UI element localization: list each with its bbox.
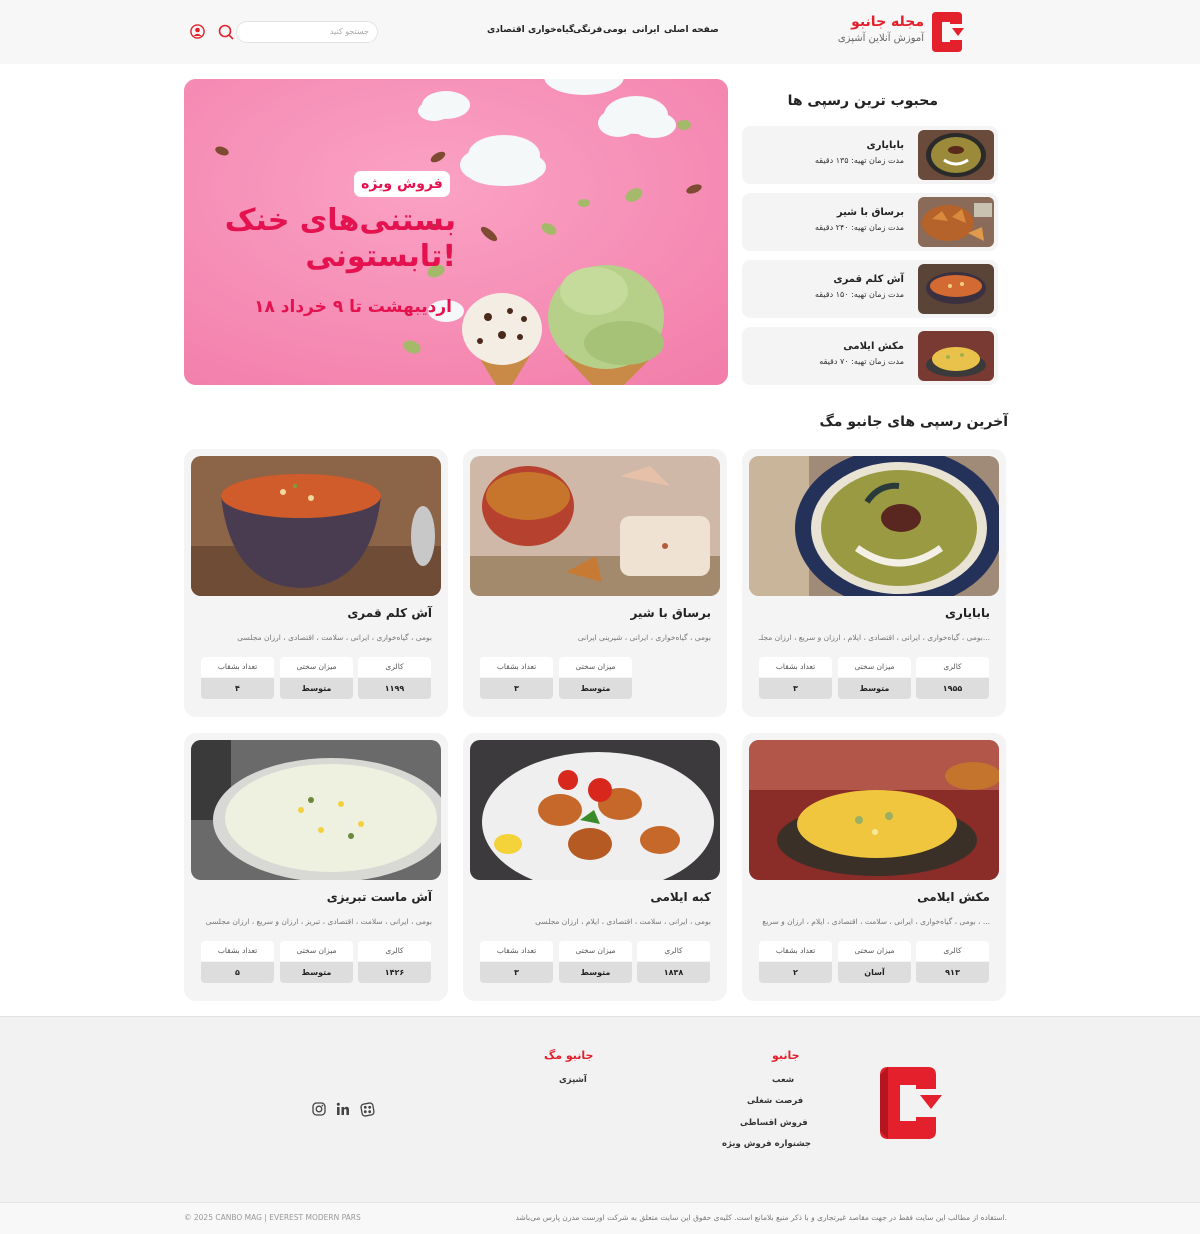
nav-local[interactable]: بومی xyxy=(603,25,627,35)
popular-item-name: مکش ایلامی xyxy=(843,341,904,352)
recipe-tags: بومی ، ایرانی ، سلامت ، اقتصادی ، ایلام … xyxy=(535,917,711,926)
nav-foreign[interactable]: فرنگی xyxy=(573,25,602,35)
footer-logo-icon[interactable] xyxy=(876,1067,942,1139)
difficulty-stat: میزان سختی متوسط xyxy=(559,657,632,701)
recipe-image xyxy=(191,740,441,880)
legal-text: استفاده از مطالب این سایت فقط در جهت مقا… xyxy=(515,1213,1007,1222)
brand-subtitle: آموزش آنلاین آشپزی xyxy=(837,33,924,44)
popular-item-time: مدت زمان تهیه: ۷۰ دقیقه xyxy=(819,357,904,366)
recipe-card[interactable]: برساق با شیر بومی ، گیاه‌خواری ، ایرانی … xyxy=(463,449,727,717)
footer-link[interactable]: شعب xyxy=(772,1075,794,1085)
popular-item-time: مدت زمان تهیه: ۲۴۰ دقیقه xyxy=(815,223,904,232)
popular-item-time: مدت زمان تهیه: ۱۳۵ دقیقه xyxy=(815,156,904,165)
latest-section-title: آخرین رسپی های جانبو مگ xyxy=(819,414,1008,430)
recipe-tags: بومی ، گیاه‌خواری ، ایرانی ، اقتصادی ، ا… xyxy=(758,633,990,642)
aparat-icon[interactable] xyxy=(360,1102,375,1117)
footer-col1-title: جانبو xyxy=(772,1049,800,1062)
popular-thumb xyxy=(918,264,994,314)
search-placeholder: جستجو کنید xyxy=(329,27,369,36)
servings-stat: تعداد بشقاب ۳ xyxy=(759,657,832,701)
difficulty-stat: میزان سختی متوسط xyxy=(280,941,353,985)
site-header: مجله جانبو آموزش آنلاین آشپزی صفحه اصلی … xyxy=(0,0,1200,64)
nav-home[interactable]: صفحه اصلی xyxy=(664,25,719,35)
banner-headline-1: بستنی‌های خنک xyxy=(224,203,456,238)
recipe-card[interactable]: کبه ایلامی بومی ، ایرانی ، سلامت ، اقتصا… xyxy=(463,733,727,1001)
brand-title[interactable]: مجله جانبو xyxy=(820,14,924,30)
nav-economic[interactable]: اقتصادی xyxy=(487,25,525,35)
recipe-title: آش ماست تبریزی xyxy=(326,890,432,904)
user-icon[interactable] xyxy=(190,24,205,39)
servings-stat: تعداد بشقاب ۴ xyxy=(201,657,274,701)
popular-item[interactable]: بابایاری مدت زمان تهیه: ۱۳۵ دقیقه xyxy=(742,126,998,184)
recipe-title: بابایاری xyxy=(945,606,990,620)
recipe-card[interactable]: بابایاری بومی ، گیاه‌خواری ، ایرانی ، اق… xyxy=(742,449,1006,717)
recipe-title: مکش ایلامی xyxy=(917,890,990,904)
calorie-stat: کالری ۱۴۲۶ xyxy=(358,941,431,985)
footer-link[interactable]: جشنواره فروش ویژه xyxy=(722,1139,811,1149)
difficulty-stat: میزان سختی متوسط xyxy=(559,941,632,985)
promo-banner[interactable]: فروش ویژه بستنی‌های خنک تابستونی! ۱۸ ارد… xyxy=(184,79,728,385)
recipe-card[interactable]: مکش ایلامی بومی ، گیاه‌خواری ، ایرانی ، … xyxy=(742,733,1006,1001)
calorie-stat: کالری ۱۹۵۵ xyxy=(916,657,989,701)
popular-thumb xyxy=(918,331,994,381)
calorie-stat: کالری ۱۱۹۹ xyxy=(358,657,431,701)
recipe-image xyxy=(470,456,720,596)
recipe-tags: بومی ، گیاه‌خواری ، ایرانی ، شیرینی ایرا… xyxy=(577,633,711,642)
recipe-title: آش کلم قمری xyxy=(347,606,432,620)
instagram-icon[interactable] xyxy=(312,1102,326,1116)
popular-item-name: آش کلم قمری xyxy=(833,274,904,285)
popular-thumb xyxy=(918,197,994,247)
nav-vegetarian[interactable]: گیاه‌خواری xyxy=(528,25,574,35)
footer-col2-title: جانبو مگ xyxy=(544,1049,594,1062)
popular-section-title: محبوب ترین رسپی ها xyxy=(787,93,938,109)
popular-item[interactable]: آش کلم قمری مدت زمان تهیه: ۱۵۰ دقیقه xyxy=(742,260,998,318)
recipe-card[interactable]: آش کلم قمری بومی ، گیاه‌خواری ، ایرانی ،… xyxy=(184,449,448,717)
popular-item-time: مدت زمان تهیه: ۱۵۰ دقیقه xyxy=(815,290,904,299)
logo-icon[interactable] xyxy=(928,12,964,52)
difficulty-stat: میزان سختی آسان xyxy=(838,941,911,985)
recipe-title: کبه ایلامی xyxy=(650,890,711,904)
difficulty-stat: میزان سختی متوسط xyxy=(838,657,911,701)
servings-stat: تعداد بشقاب ۳ xyxy=(480,657,553,701)
difficulty-stat: میزان سختی متوسط xyxy=(280,657,353,701)
servings-stat: تعداد بشقاب ۵ xyxy=(201,941,274,985)
footer-link[interactable]: فرصت شغلی xyxy=(747,1096,803,1106)
banner-badge: فروش ویژه xyxy=(354,171,450,197)
banner-dates: ۱۸ اردیبهشت تا ۹ خرداد xyxy=(254,297,452,317)
nav-iranian[interactable]: ایرانی xyxy=(632,25,660,35)
popular-thumb xyxy=(918,130,994,180)
popular-item-name: برساق با شیر xyxy=(836,207,904,218)
recipe-image xyxy=(470,740,720,880)
recipe-image xyxy=(191,456,441,596)
recipe-title: برساق با شیر xyxy=(630,606,711,620)
copyright-text: © 2025 CANBO MAG | EVEREST MODERN PARS xyxy=(184,1213,361,1222)
calorie-stat: کالری ۹۱۳ xyxy=(916,941,989,985)
footer-link[interactable]: آشپزی xyxy=(559,1075,587,1085)
popular-item[interactable]: مکش ایلامی مدت زمان تهیه: ۷۰ دقیقه xyxy=(742,327,998,385)
recipe-tags: بومی ، گیاه‌خواری ، ایرانی ، سلامت ، اقت… xyxy=(762,917,990,926)
servings-stat: تعداد بشقاب ۳ xyxy=(480,941,553,985)
footer-link[interactable]: فروش اقساطی xyxy=(740,1118,808,1128)
search-input[interactable]: جستجو کنید xyxy=(236,21,378,43)
banner-headline-2: تابستونی! xyxy=(305,239,456,274)
recipe-image xyxy=(749,740,999,880)
recipe-card[interactable]: آش ماست تبریزی بومی ، ایرانی ، سلامت ، ا… xyxy=(184,733,448,1001)
recipe-tags: بومی ، گیاه‌خواری ، ایرانی ، سلامت ، اقت… xyxy=(237,633,432,642)
recipe-tags: بومی ، ایرانی ، سلامت ، اقتصادی ، تبریز … xyxy=(205,917,432,926)
recipe-image xyxy=(749,456,999,596)
servings-stat: تعداد بشقاب ۲ xyxy=(759,941,832,985)
linkedin-icon[interactable] xyxy=(336,1102,350,1116)
popular-item-name: بابایاری xyxy=(866,140,904,151)
calorie-stat: کالری ۱۸۳۸ xyxy=(637,941,710,985)
search-icon[interactable] xyxy=(218,24,234,40)
popular-item[interactable]: برساق با شیر مدت زمان تهیه: ۲۴۰ دقیقه xyxy=(742,193,998,251)
